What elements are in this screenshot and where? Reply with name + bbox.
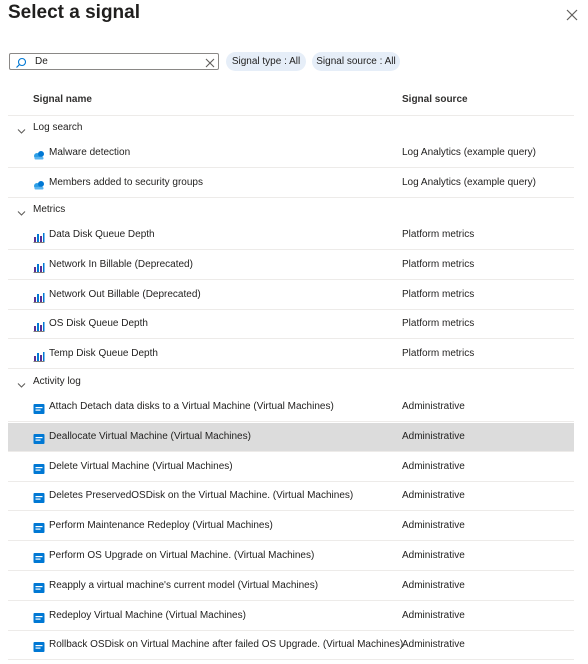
signal-name[interactable]: Deletes PreservedOSDisk on the Virtual M… xyxy=(49,490,353,501)
activity-log-icon xyxy=(33,462,45,474)
metric-chart-icon xyxy=(33,290,45,303)
signal-source: Administrative xyxy=(402,580,465,591)
metric-chart-icon xyxy=(33,230,45,243)
signal-source-filter[interactable]: Signal source : All xyxy=(312,52,400,71)
metric-chart-icon xyxy=(33,260,45,273)
search-icon xyxy=(15,56,27,68)
activity-log-icon xyxy=(33,551,45,563)
signal-row[interactable]: Network Out Billable (Deprecated) Platfor… xyxy=(8,281,574,310)
activity-log-icon xyxy=(33,581,45,593)
activity-log-icon xyxy=(33,402,45,414)
signal-name[interactable]: Redeploy Virtual Machine (Virtual Machin… xyxy=(49,610,246,621)
signal-row[interactable]: Network In Billable (Deprecated) Platform… xyxy=(8,251,574,280)
signal-source: Administrative xyxy=(402,520,465,531)
signal-name[interactable]: Network Out Billable (Deprecated) xyxy=(49,289,201,300)
signal-source: Administrative xyxy=(402,401,465,412)
chevron-down-icon[interactable] xyxy=(17,123,26,134)
header-divider xyxy=(8,115,574,116)
signal-row[interactable]: Data Disk Queue Depth Platform metrics xyxy=(8,221,574,250)
log-analytics-icon xyxy=(33,148,45,160)
group-header[interactable]: Metrics xyxy=(8,200,574,220)
signal-type-filter[interactable]: Signal type : All xyxy=(226,52,306,71)
signal-name[interactable]: Deallocate Virtual Machine (Virtual Mach… xyxy=(49,431,251,442)
group-label: Log search xyxy=(33,122,83,133)
search-input[interactable]: De xyxy=(9,53,219,70)
signal-name[interactable]: Delete Virtual Machine (Virtual Machines… xyxy=(49,461,233,472)
signal-row[interactable]: Temp Disk Queue Depth Platform metrics xyxy=(8,340,574,369)
signal-source: Administrative xyxy=(402,461,465,472)
group-header[interactable]: Activity log xyxy=(8,372,574,392)
signal-row[interactable]: Delete Virtual Machine (Virtual Machines… xyxy=(8,453,574,482)
signal-source: Administrative xyxy=(402,490,465,501)
signal-row[interactable]: Members added to security groups Log Anal… xyxy=(8,169,574,198)
signal-name[interactable]: Reapply a virtual machine's current mode… xyxy=(49,580,318,591)
signal-source: Platform metrics xyxy=(402,318,475,329)
signal-name[interactable]: Malware detection xyxy=(49,147,130,158)
signal-name[interactable]: Perform Maintenance Redeploy (Virtual Ma… xyxy=(49,520,273,531)
chevron-down-icon[interactable] xyxy=(17,205,26,216)
column-header-signal-name[interactable]: Signal name xyxy=(33,94,92,105)
metric-chart-icon xyxy=(33,349,45,362)
signal-name[interactable]: Members added to security groups xyxy=(49,177,203,188)
signal-name[interactable]: Network In Billable (Deprecated) xyxy=(49,259,193,270)
group-header[interactable]: Log search xyxy=(8,118,574,138)
signal-name[interactable]: OS Disk Queue Depth xyxy=(49,318,148,329)
signal-name[interactable]: Attach Detach data disks to a Virtual Ma… xyxy=(49,401,334,412)
metric-chart-icon xyxy=(33,319,45,332)
signal-source: Administrative xyxy=(402,639,465,650)
chevron-down-icon[interactable] xyxy=(17,377,26,388)
close-icon[interactable] xyxy=(565,8,579,22)
signal-row[interactable]: Redeploy Virtual Machine (Virtual Machin… xyxy=(8,602,574,631)
signal-name[interactable]: Perform OS Upgrade on Virtual Machine. (… xyxy=(49,550,314,561)
clear-search-icon[interactable] xyxy=(204,56,216,68)
signal-source: Administrative xyxy=(402,431,465,442)
activity-log-icon xyxy=(33,521,45,533)
signal-source: Log Analytics (example query) xyxy=(402,177,536,188)
signal-name[interactable]: Temp Disk Queue Depth xyxy=(49,348,158,359)
activity-log-icon xyxy=(33,491,45,503)
signal-source: Administrative xyxy=(402,550,465,561)
signal-source: Log Analytics (example query) xyxy=(402,147,536,158)
signal-source: Platform metrics xyxy=(402,348,475,359)
signal-row[interactable]: Perform OS Upgrade on Virtual Machine. (… xyxy=(8,542,574,571)
page-title: Select a signal xyxy=(8,2,141,23)
signal-name[interactable]: Rollback OSDisk on Virtual Machine after… xyxy=(49,639,403,650)
column-header-signal-source[interactable]: Signal source xyxy=(402,94,468,105)
signal-row[interactable]: Reapply a virtual machine's current mode… xyxy=(8,572,574,601)
signal-source: Platform metrics xyxy=(402,259,475,270)
signal-row[interactable]: Deletes PreservedOSDisk on the Virtual M… xyxy=(8,482,574,511)
signal-source: Administrative xyxy=(402,610,465,621)
signal-row[interactable]: OS Disk Queue Depth Platform metrics xyxy=(8,310,574,339)
activity-log-icon xyxy=(33,640,45,652)
signal-source: Platform metrics xyxy=(402,289,475,300)
signal-row[interactable]: Malware detection Log Analytics (example … xyxy=(8,139,574,168)
log-analytics-icon xyxy=(33,178,45,190)
group-label: Activity log xyxy=(33,376,81,387)
activity-log-icon xyxy=(33,611,45,623)
signal-source: Platform metrics xyxy=(402,229,475,240)
group-label: Metrics xyxy=(33,204,66,215)
signal-row[interactable]: Perform Maintenance Redeploy (Virtual Ma… xyxy=(8,512,574,541)
activity-log-icon xyxy=(33,432,45,444)
signal-name[interactable]: Data Disk Queue Depth xyxy=(49,229,155,240)
signal-row[interactable]: Rollback OSDisk on Virtual Machine after… xyxy=(8,631,574,660)
signal-row[interactable]: Deallocate Virtual Machine (Virtual Mach… xyxy=(8,423,574,452)
signal-row[interactable]: Attach Detach data disks to a Virtual Ma… xyxy=(8,393,574,422)
search-value: De xyxy=(35,56,48,67)
